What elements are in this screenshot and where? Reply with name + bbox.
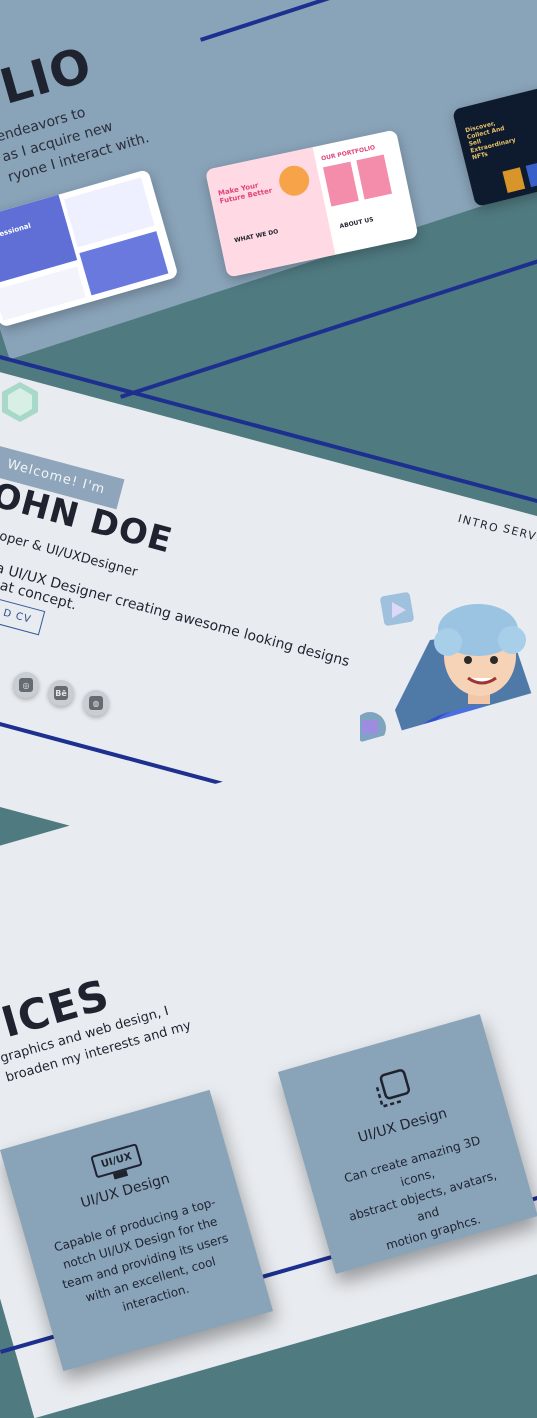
instagram-icon[interactable]: ◎: [13, 672, 39, 698]
social-glyph: ◎: [19, 678, 33, 692]
logo[interactable]: [0, 380, 42, 424]
social-glyph: Bē: [54, 686, 68, 700]
behance-icon[interactable]: Bē: [48, 680, 74, 706]
dribbble-icon[interactable]: ◍: [83, 690, 109, 716]
thumbnail-section: ABOUT US: [339, 216, 375, 231]
thumbnail-headline: Discover, Collect And Sell Extraordinary…: [464, 120, 517, 162]
social-glyph: ◍: [89, 696, 103, 710]
